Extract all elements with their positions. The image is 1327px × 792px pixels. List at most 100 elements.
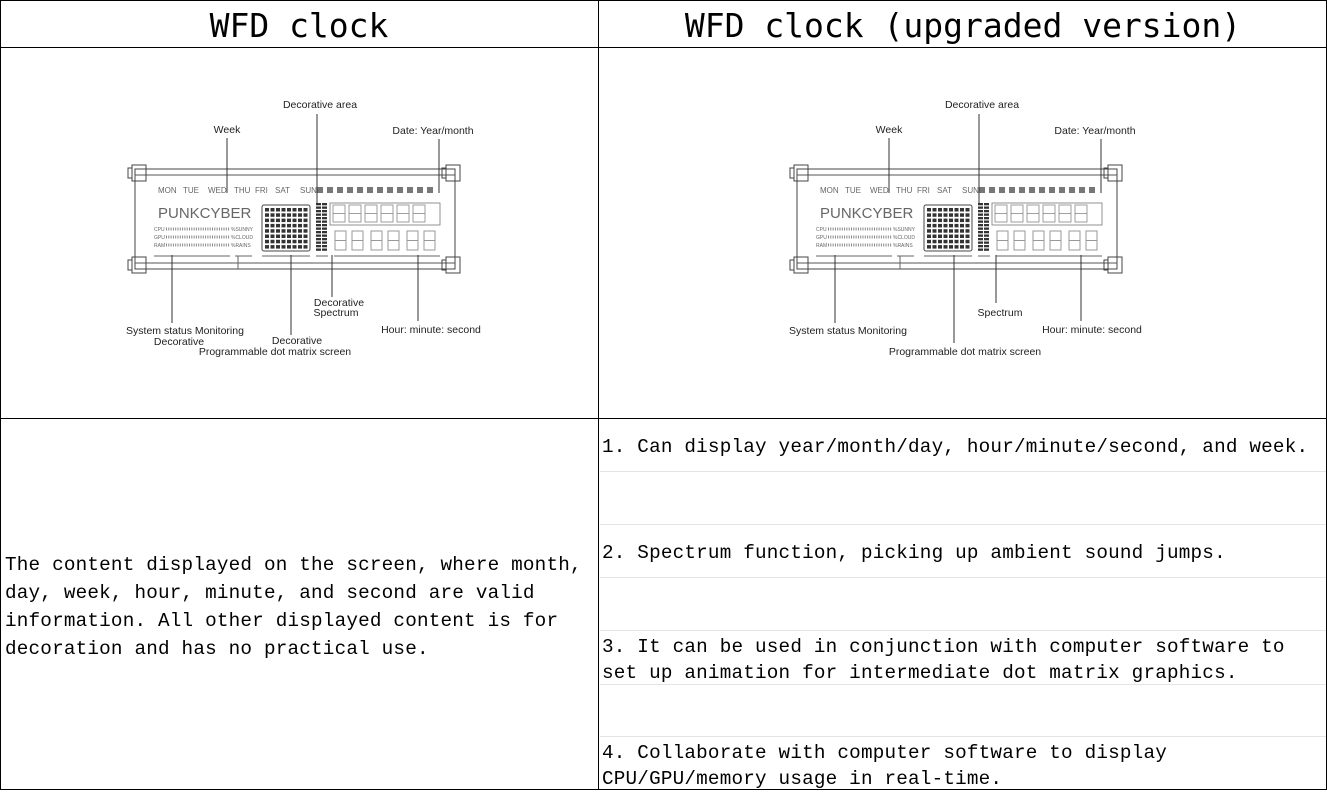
spectrum-bar	[316, 248, 321, 251]
label-time: Hour: minute: second	[1042, 324, 1142, 336]
spectrum-bar	[978, 227, 983, 230]
spectrum-bar	[984, 248, 989, 251]
decorative-icon	[1029, 187, 1035, 193]
spectrum-bar	[322, 248, 327, 251]
spectrum-bar	[978, 234, 983, 237]
spectrum-bar	[316, 224, 321, 227]
description-line: information. All other displayed content…	[5, 610, 559, 632]
lcd-day-sat: SAT	[275, 186, 290, 195]
label-dot-matrix: Programmable dot matrix screen	[199, 346, 351, 358]
spectrum-bar	[978, 238, 983, 241]
spectrum-bar	[984, 217, 989, 220]
lcd-day-tue: TUE	[183, 186, 199, 195]
decorative-icon	[397, 187, 403, 193]
spectrum-bar	[984, 245, 989, 248]
decorative-icon	[1059, 187, 1065, 193]
feature-3-line-1: 3. It can be used in conjunction with co…	[602, 636, 1285, 658]
lcd-day-sun: SUN	[962, 186, 979, 195]
lcd-day-mon: MON	[820, 186, 839, 195]
decorative-icon	[1019, 187, 1025, 193]
end-cap	[131, 256, 147, 274]
header-wfd-clock-upgraded: WFD clock (upgraded version)	[684, 6, 1242, 45]
description-line: decoration and has no practical use.	[5, 638, 429, 660]
decorative-icon	[1039, 187, 1045, 193]
spectrum-bar	[322, 241, 327, 244]
lcd-status-label: %CLOUD	[893, 235, 915, 241]
spectrum-bar	[984, 231, 989, 234]
spectrum-bar	[978, 220, 983, 223]
decorative-icon	[317, 187, 323, 193]
spectrum-bar	[316, 241, 321, 244]
spectrum-bar	[322, 206, 327, 209]
spectrum-bar	[984, 234, 989, 237]
decorative-icon	[327, 187, 333, 193]
table-border	[0, 418, 1327, 419]
lcd-diagram-right: MON TUE WED THU FRI SAT SUN PUNKCYBER CPU %SUNNY G…	[772, 55, 1162, 374]
label-date: Date: Year/month	[1054, 125, 1135, 137]
spectrum-bar	[316, 206, 321, 209]
row-separator	[600, 577, 1327, 578]
table-border	[598, 0, 599, 790]
row-separator	[600, 684, 1327, 685]
lcd-status-label: %RAINS	[893, 243, 913, 249]
label-week: Week	[214, 124, 241, 136]
spectrum-bar	[978, 248, 983, 251]
spectrum-bar	[316, 231, 321, 234]
spectrum-bar	[322, 220, 327, 223]
end-cap	[1107, 164, 1123, 182]
lcd-status-gpu: GPU	[154, 235, 165, 241]
lcd-day-sat: SAT	[937, 186, 952, 195]
end-cap	[793, 164, 809, 182]
spectrum-bar	[978, 206, 983, 209]
label-spectrum: Spectrum	[314, 307, 359, 319]
spectrum-bar	[316, 220, 321, 223]
lcd-brand: PUNKCYBER	[158, 205, 252, 222]
spectrum-bar	[984, 220, 989, 223]
comparison-table: WFD clock WFD clock (upgraded version) M…	[0, 0, 1327, 790]
decorative-icon	[1069, 187, 1075, 193]
spectrum-bar	[316, 234, 321, 237]
label-system-status: System status Monitoring	[789, 325, 907, 337]
label-system-status-decorative: Decorative	[154, 336, 204, 348]
spectrum-bar	[316, 213, 321, 216]
spectrum-bar	[984, 203, 989, 206]
spectrum-bar	[322, 238, 327, 241]
decorative-icon	[347, 187, 353, 193]
spectrum-bar	[984, 224, 989, 227]
decorative-icon	[979, 187, 985, 193]
lcd-status-gpu: GPU	[816, 235, 827, 241]
spectrum-bar	[316, 210, 321, 213]
header-wfd-clock: WFD clock	[209, 6, 389, 45]
label-spectrum: Spectrum	[978, 307, 1023, 319]
dot-matrix	[261, 204, 311, 252]
decorative-icon	[367, 187, 373, 193]
lcd-status-label: %SUNNY	[231, 227, 254, 233]
lcd-day-mon: MON	[158, 186, 177, 195]
decorative-icon	[407, 187, 413, 193]
spectrum-bar	[984, 213, 989, 216]
decorative-icon	[377, 187, 383, 193]
end-cap	[445, 256, 461, 274]
label-time: Hour: minute: second	[381, 324, 481, 336]
description-line: day, week, hour, minute, and second are …	[5, 582, 535, 604]
lcd-diagram-left: MON TUE WED THU FRI SAT SUN PUNKCYBER CPU %SUNNY G…	[110, 55, 500, 374]
table-border	[0, 0, 1327, 1]
dot-matrix	[923, 204, 973, 252]
feature-2: 2. Spectrum function, picking up ambient…	[602, 542, 1226, 564]
lcd-day-tue: TUE	[845, 186, 861, 195]
decorative-icon	[387, 187, 393, 193]
spectrum-bar	[322, 245, 327, 248]
spectrum-bar	[978, 213, 983, 216]
feature-1: 1. Can display year/month/day, hour/minu…	[602, 436, 1309, 458]
row-separator	[600, 524, 1327, 525]
lcd-status-label: %RAINS	[231, 243, 251, 249]
feature-3-line-2: set up animation for intermediate dot ma…	[602, 662, 1238, 684]
spectrum-bar	[978, 210, 983, 213]
decorative-icon	[1009, 187, 1015, 193]
decorative-icon	[337, 187, 343, 193]
lcd-status-cpu: CPU	[154, 227, 165, 233]
label-date: Date: Year/month	[392, 125, 473, 137]
label-week: Week	[876, 124, 903, 136]
decorative-icon	[999, 187, 1005, 193]
description-line: The content displayed on the screen, whe…	[5, 554, 582, 576]
